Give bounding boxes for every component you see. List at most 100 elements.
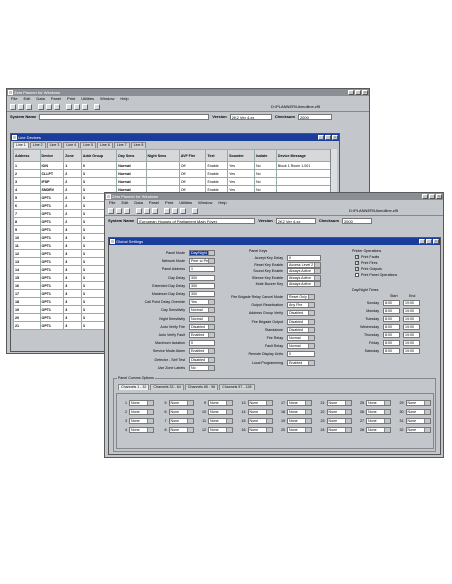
table-cell[interactable]: 2 bbox=[63, 185, 82, 194]
system-menu-icon[interactable] bbox=[8, 90, 13, 95]
table-cell[interactable]: 2 bbox=[63, 209, 82, 218]
table-cell[interactable]: OPT1 bbox=[39, 305, 65, 314]
table-cell[interactable]: CLLPT bbox=[39, 169, 65, 178]
menu-edit[interactable]: Edit bbox=[23, 96, 30, 102]
setting-dropdown[interactable]: Disabled bbox=[287, 310, 315, 317]
setting-dropdown[interactable]: Disabled bbox=[287, 326, 315, 333]
printer-option[interactable]: Print Fires bbox=[355, 260, 377, 265]
table-cell[interactable]: OPT1 bbox=[39, 201, 65, 210]
system-name-field[interactable]: European Houses of Parliament Main Foyer bbox=[137, 217, 256, 224]
table-cell[interactable]: OPT1 bbox=[39, 281, 65, 290]
minimize-icon[interactable] bbox=[419, 239, 425, 244]
column-header[interactable]: Addr Group bbox=[80, 149, 118, 162]
table-cell[interactable]: 3 bbox=[63, 233, 82, 242]
table-cell[interactable]: No bbox=[253, 177, 277, 186]
table-cell[interactable]: Off bbox=[178, 161, 207, 170]
table-row[interactable]: 2 CLLPT 2 3 Normal Off Enable Yes No bbox=[13, 169, 331, 178]
channel-dropdown[interactable]: None bbox=[405, 409, 431, 415]
start-time-input[interactable]: 8:00 bbox=[383, 340, 400, 346]
menu-file[interactable]: File bbox=[11, 96, 17, 102]
table-cell[interactable]: OPT1 bbox=[39, 225, 65, 234]
close-icon[interactable]: × bbox=[332, 135, 338, 140]
menu-help[interactable]: Help bbox=[218, 200, 226, 206]
channel-dropdown[interactable]: None bbox=[168, 409, 194, 415]
printer-option[interactable]: Print Faults bbox=[355, 254, 379, 259]
print-icon[interactable] bbox=[66, 104, 72, 110]
system-name-field[interactable] bbox=[39, 113, 210, 120]
table-cell[interactable] bbox=[145, 169, 180, 178]
table-cell[interactable]: 21 bbox=[13, 321, 41, 330]
channel-dropdown[interactable]: None bbox=[326, 418, 352, 424]
end-time-input[interactable]: 19:00 bbox=[403, 316, 420, 322]
table-cell[interactable]: 8 bbox=[13, 217, 41, 226]
paste-icon[interactable] bbox=[54, 104, 60, 110]
copy-icon[interactable] bbox=[144, 208, 150, 214]
setting-dropdown[interactable]: Normal bbox=[287, 343, 315, 350]
table-cell[interactable]: Yes bbox=[227, 177, 255, 186]
tab-line-7[interactable]: Line 7 bbox=[113, 142, 130, 148]
end-time-input[interactable]: 19:00 bbox=[403, 332, 420, 338]
column-header[interactable]: Day Sens bbox=[116, 149, 147, 162]
setting-dropdown[interactable]: Disabled bbox=[189, 356, 215, 363]
copy-icon[interactable] bbox=[46, 104, 52, 110]
table-cell[interactable]: Off bbox=[178, 169, 207, 178]
table-cell[interactable]: 3 bbox=[13, 177, 41, 186]
menu-edit[interactable]: Edit bbox=[121, 200, 128, 206]
table-cell[interactable]: 17 bbox=[13, 289, 41, 298]
channel-dropdown[interactable]: None bbox=[366, 400, 391, 406]
close-icon[interactable]: × bbox=[362, 90, 368, 95]
channel-dropdown[interactable]: None bbox=[405, 427, 431, 433]
channel-dropdown[interactable]: None bbox=[247, 409, 273, 415]
table-cell[interactable]: 3 bbox=[63, 273, 82, 282]
close-icon[interactable]: × bbox=[433, 239, 439, 244]
channel-dropdown[interactable]: None bbox=[405, 418, 431, 424]
channel-dropdown[interactable]: None bbox=[287, 427, 312, 433]
table-cell[interactable]: 4 bbox=[13, 185, 41, 194]
tab-channels[interactable]: Channels 33 - 64 bbox=[150, 384, 184, 390]
column-header[interactable]: Device bbox=[39, 149, 65, 162]
help-icon[interactable] bbox=[192, 208, 198, 214]
table-cell[interactable]: OPT1 bbox=[39, 297, 65, 306]
menu-window[interactable]: Window bbox=[100, 96, 114, 102]
menu-window[interactable]: Window bbox=[198, 200, 212, 206]
table-cell[interactable] bbox=[275, 177, 331, 186]
channel-dropdown[interactable]: None bbox=[366, 427, 391, 433]
system-menu-icon[interactable] bbox=[106, 194, 111, 199]
checkbox[interactable] bbox=[355, 260, 359, 265]
table-cell[interactable]: 3 bbox=[63, 265, 82, 274]
table-cell[interactable]: OPT1 bbox=[39, 313, 65, 322]
setting-dropdown[interactable]: No bbox=[189, 364, 215, 371]
column-header[interactable]: AVF Fire bbox=[178, 149, 207, 162]
table-cell[interactable]: Normal bbox=[116, 177, 147, 186]
maximize-icon[interactable] bbox=[429, 194, 435, 199]
start-time-input[interactable]: 8:00 bbox=[383, 348, 400, 354]
start-time-input[interactable]: 8:00 bbox=[383, 324, 400, 330]
table-cell[interactable]: OPT1 bbox=[39, 233, 65, 242]
help-icon[interactable] bbox=[94, 104, 100, 110]
table-cell[interactable]: 2 bbox=[63, 217, 82, 226]
table-cell[interactable]: OPT1 bbox=[39, 273, 65, 282]
column-header[interactable]: Night Sens bbox=[145, 149, 180, 162]
setting-dropdown[interactable]: Always Active bbox=[287, 281, 321, 287]
setting-input[interactable]: 1 bbox=[189, 266, 215, 273]
printer-option[interactable]: Print Panel Operations bbox=[355, 273, 397, 277]
column-header[interactable]: Zone bbox=[63, 149, 82, 162]
table-cell[interactable]: 1 bbox=[13, 161, 41, 170]
checksum-field[interactable]: 2000 bbox=[297, 113, 332, 120]
table-cell[interactable]: OPT1 bbox=[39, 257, 65, 266]
setting-dropdown[interactable]: Enabled bbox=[287, 359, 315, 366]
table-cell[interactable]: 3 bbox=[63, 281, 82, 290]
tab-channels[interactable]: Channels 97 - 128 bbox=[219, 384, 255, 390]
table-cell[interactable]: Normal bbox=[116, 169, 147, 178]
setting-input[interactable]: 300 bbox=[189, 274, 215, 281]
setting-dropdown[interactable]: Peer to Peer bbox=[189, 258, 215, 265]
table-cell[interactable]: 3 bbox=[80, 177, 118, 186]
table-cell[interactable] bbox=[275, 169, 331, 178]
table-cell[interactable]: 3 bbox=[63, 289, 82, 298]
open-folder-icon[interactable] bbox=[116, 208, 122, 214]
table-cell[interactable]: 2 bbox=[63, 201, 82, 210]
column-header[interactable]: Device Message bbox=[275, 149, 331, 162]
setting-dropdown[interactable]: Access Level 2 bbox=[287, 261, 321, 268]
table-cell[interactable]: 3 bbox=[63, 305, 82, 314]
setting-dropdown[interactable]: Enabled bbox=[189, 332, 215, 338]
